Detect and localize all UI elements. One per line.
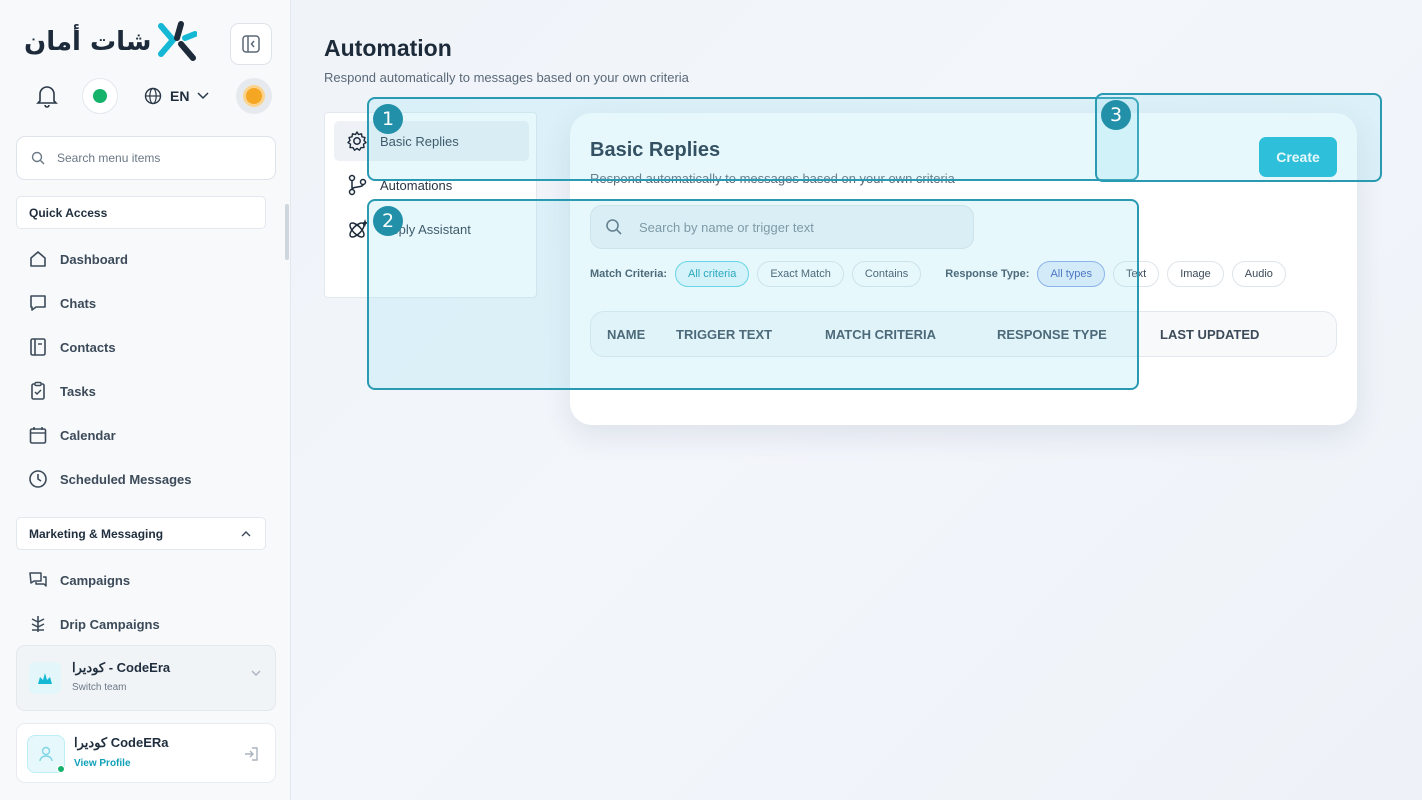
team-switcher[interactable]: كوديرا - CodeEra Switch team <box>16 645 276 711</box>
page-title: Automation <box>324 35 452 61</box>
logout-icon[interactable] <box>243 746 259 762</box>
column-header-last-updated[interactable]: LAST UPDATED <box>1160 327 1259 342</box>
logo[interactable]: شات أمان <box>24 20 198 64</box>
marketing-label: Marketing & Messaging <box>29 526 164 541</box>
highlight-number-1: 1 <box>373 104 403 134</box>
language-selector[interactable]: EN <box>144 87 209 105</box>
highlight-number-3: 3 <box>1101 100 1131 130</box>
sun-icon <box>246 88 262 104</box>
highlight-number-2: 2 <box>373 206 403 236</box>
chevron-up-icon <box>241 530 251 536</box>
sidebar-item-tasks[interactable]: Tasks <box>28 379 96 403</box>
user-icon <box>39 746 53 762</box>
search-icon <box>31 151 45 165</box>
sidebar-item-label: Scheduled Messages <box>60 471 192 487</box>
chat-icon <box>30 295 46 311</box>
quick-access-label: Quick Access <box>29 205 108 220</box>
sidebar-item-contacts[interactable]: Contacts <box>28 335 116 359</box>
campaign-icon <box>29 572 47 587</box>
sidebar-collapse-icon <box>242 35 260 53</box>
contacts-icon <box>30 338 46 356</box>
branch-icon <box>348 174 367 196</box>
menu-search-placeholder: Search menu items <box>57 151 161 165</box>
drip-icon <box>31 616 45 632</box>
clipboard-icon <box>31 381 45 400</box>
collapse-sidebar-button[interactable] <box>230 23 272 65</box>
sidebar: شات أمان EN Search menu items Quick Acce… <box>0 0 291 800</box>
sidebar-item-calendar[interactable]: Calendar <box>28 423 116 447</box>
team-logo-icon <box>29 662 61 694</box>
status-toggle[interactable] <box>82 78 118 114</box>
chevron-down-icon <box>197 92 209 100</box>
online-status-dot <box>93 89 107 103</box>
highlight-box-2 <box>367 199 1139 390</box>
home-icon <box>30 251 46 267</box>
marketing-section-header[interactable]: Marketing & Messaging <box>16 517 266 550</box>
language-label: EN <box>170 88 190 104</box>
profile-card[interactable]: كوديرا CodeERa View Profile <box>16 723 276 783</box>
sidebar-item-label: Drip Campaigns <box>60 616 160 632</box>
chevron-down-icon <box>251 670 261 676</box>
filter-chip-audio[interactable]: Audio <box>1231 261 1286 287</box>
sidebar-scrollbar[interactable] <box>285 204 289 260</box>
globe-icon <box>144 87 162 105</box>
sidebar-item-dashboard[interactable]: Dashboard <box>28 247 128 271</box>
sidebar-item-label: Chats <box>60 295 97 311</box>
calendar-icon <box>29 427 47 444</box>
gear-icon <box>347 131 367 151</box>
clock-icon <box>29 470 47 488</box>
sidebar-item-label: Tasks <box>60 383 96 399</box>
logo-text: شات أمان <box>24 27 152 57</box>
highlight-box-3 <box>1095 93 1382 182</box>
team-name: كوديرا - CodeEra <box>72 660 171 675</box>
notifications-button[interactable] <box>36 84 58 113</box>
menu-search-input[interactable]: Search menu items <box>16 136 276 180</box>
highlight-box-1 <box>367 97 1139 181</box>
sidebar-item-label: Calendar <box>60 427 116 443</box>
sidebar-item-label: Dashboard <box>60 251 128 267</box>
bell-icon <box>36 86 58 108</box>
sidebar-item-label: Contacts <box>60 339 116 355</box>
sidebar-item-label: Campaigns <box>60 572 131 588</box>
sidebar-item-drip-campaigns[interactable]: Drip Campaigns <box>28 612 160 636</box>
logo-mark-icon <box>158 21 198 61</box>
profile-name: كوديرا CodeERa <box>74 735 169 750</box>
online-indicator <box>57 765 65 773</box>
filter-chip-image[interactable]: Image <box>1167 261 1224 287</box>
switch-team-label: Switch team <box>72 682 127 693</box>
theme-toggle-button[interactable] <box>236 78 272 114</box>
quick-access-header[interactable]: Quick Access <box>16 196 266 229</box>
page-subtitle: Respond automatically to messages based … <box>324 70 689 85</box>
view-profile-link[interactable]: View Profile <box>74 758 131 769</box>
sidebar-item-scheduled-messages[interactable]: Scheduled Messages <box>28 467 192 491</box>
sidebar-item-campaigns[interactable]: Campaigns <box>28 568 130 592</box>
sidebar-item-chats[interactable]: Chats <box>28 291 96 315</box>
